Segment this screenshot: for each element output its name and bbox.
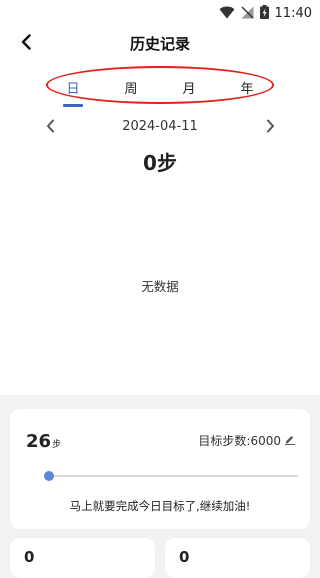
battery-charging-icon xyxy=(259,4,269,23)
tab-day[interactable]: 日 xyxy=(59,78,87,97)
no-signal-icon xyxy=(241,4,254,23)
stat-value: 0 xyxy=(179,548,190,566)
status-bar: 11:40 xyxy=(0,0,320,24)
goal-card: 26步 目标步数:6000 马上就要完成今日目标了,继续加油! xyxy=(10,409,310,529)
tab-month[interactable]: 月 xyxy=(175,78,203,97)
pencil-icon xyxy=(284,434,296,448)
stat-value: 0 xyxy=(24,548,35,566)
active-tab-indicator xyxy=(63,104,83,107)
status-time: 11:40 xyxy=(274,6,312,21)
tab-year[interactable]: 年 xyxy=(233,78,261,97)
goal-message: 马上就要完成今日目标了,继续加油! xyxy=(69,499,251,513)
empty-chart-message: 无数据 xyxy=(141,279,179,294)
next-date-button[interactable] xyxy=(260,117,280,137)
total-steps: 0步 xyxy=(143,151,177,175)
today-steps-value: 26 xyxy=(26,431,52,452)
status-icons: 11:40 xyxy=(219,4,312,23)
page-title: 历史记录 xyxy=(129,35,190,53)
stat-card-right: 0 xyxy=(165,538,310,578)
app-bar: 历史记录 xyxy=(0,28,320,60)
today-steps: 26步 xyxy=(26,431,61,452)
goal-target-label: 目标步数:6000 xyxy=(198,434,281,448)
edit-goal-button[interactable]: 目标步数:6000 xyxy=(198,432,296,449)
today-steps-unit: 步 xyxy=(52,440,62,450)
tab-week[interactable]: 周 xyxy=(117,78,145,97)
goal-progress-track xyxy=(48,475,298,477)
date-navigator: 2024-04-11 xyxy=(0,116,320,138)
goal-progress-knob xyxy=(44,471,54,481)
chevron-right-icon xyxy=(266,118,275,137)
stat-card-left: 0 xyxy=(10,538,155,578)
wifi-icon xyxy=(219,4,235,23)
